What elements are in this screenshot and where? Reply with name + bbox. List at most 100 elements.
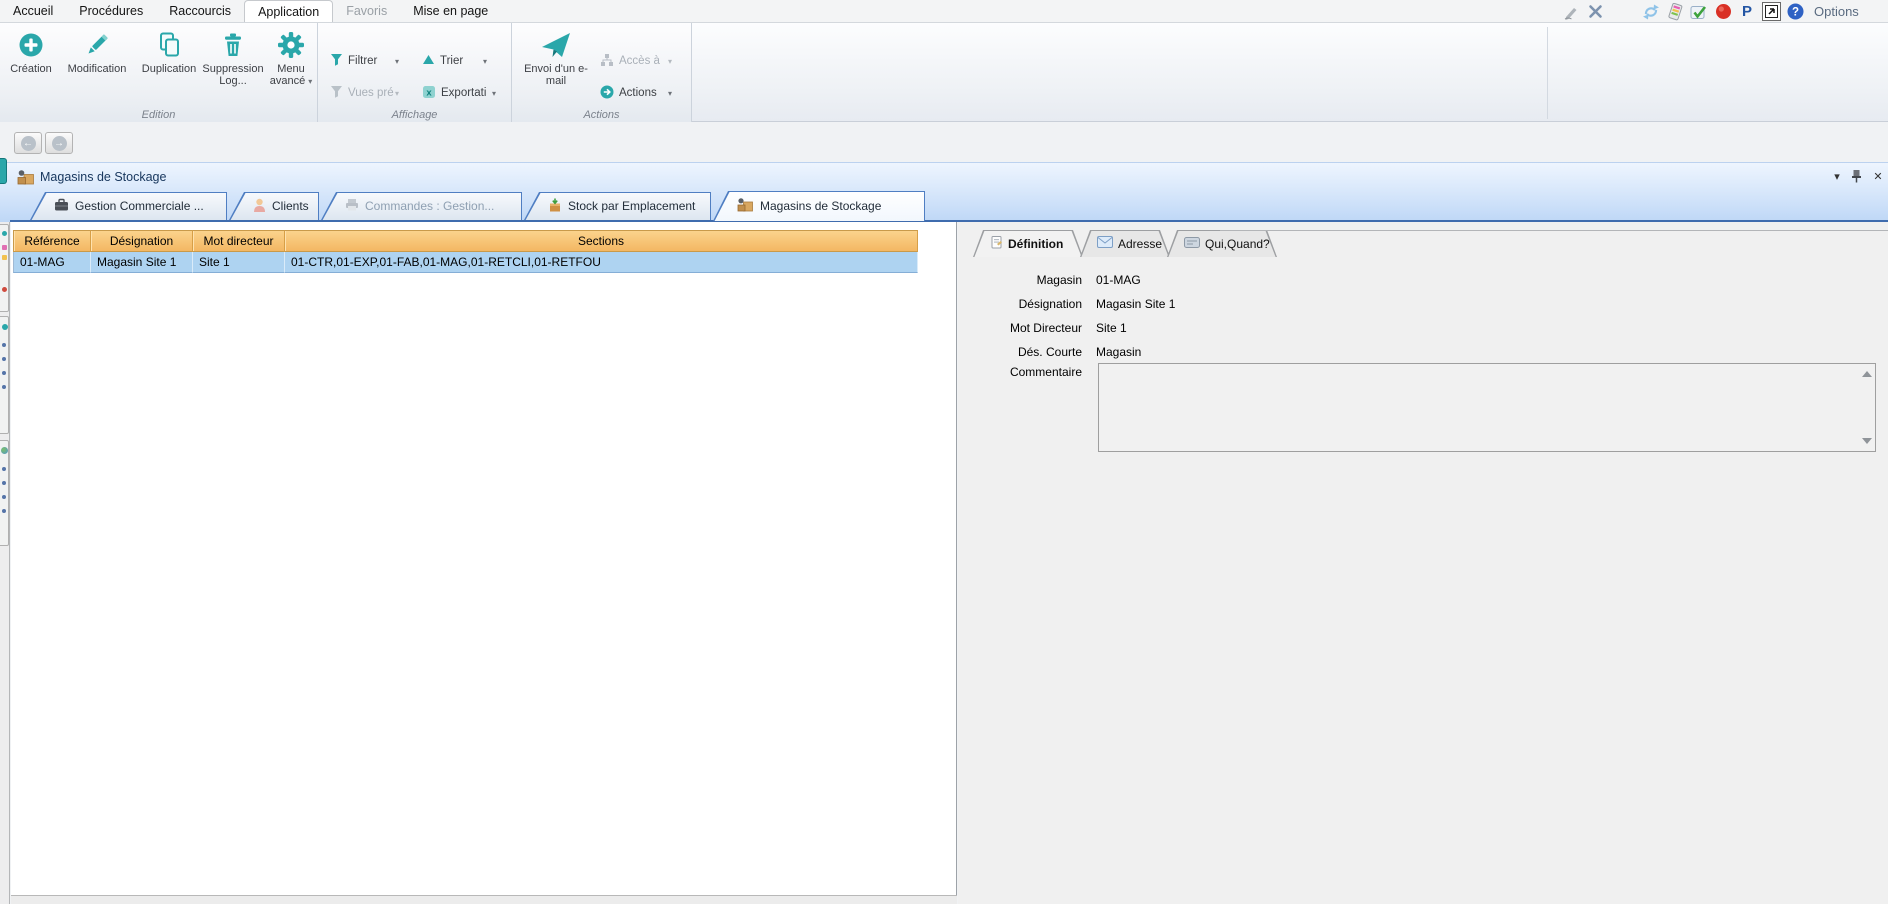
close-icon[interactable]: ✕: [1870, 170, 1886, 183]
forward-button[interactable]: →: [45, 132, 73, 154]
hierarchy-icon: [600, 53, 614, 70]
exportation-button[interactable]: x Exportati ▾: [422, 85, 496, 101]
options-menu[interactable]: Options: [1814, 4, 1859, 19]
pencil-icon: [58, 30, 136, 60]
cancel-cross-icon[interactable]: [1584, 2, 1606, 22]
svg-text:?: ?: [1791, 7, 1798, 19]
open-external-icon[interactable]: [1760, 2, 1782, 22]
menu-mise-en-page[interactable]: Mise en page: [400, 0, 501, 22]
funnel-icon: [330, 53, 343, 69]
tab-baseline: [10, 220, 1888, 222]
group-label-affichage: Affichage: [318, 109, 511, 121]
field-label-des-courte: Dés. Courte: [958, 345, 1082, 359]
menu-favoris: Favoris: [333, 0, 400, 22]
ribbon: Création Modification Duplication Suppre…: [0, 22, 1888, 122]
menu-accueil[interactable]: Accueil: [0, 0, 66, 22]
dropdown-arrow-icon: ▾: [483, 57, 487, 66]
packages-icon: [737, 197, 754, 215]
detail-tab-adresse[interactable]: Adresse: [1080, 230, 1170, 257]
rail-segment[interactable]: [0, 224, 9, 312]
detail-tab-qui-quand[interactable]: Qui,Quand?: [1167, 230, 1277, 257]
help-icon[interactable]: ?: [1784, 2, 1806, 22]
ribbon-group-edition: Création Modification Duplication Suppre…: [0, 23, 318, 122]
rail-segment[interactable]: [0, 316, 9, 434]
column-header-reference[interactable]: Référence: [13, 230, 91, 252]
list-area: Référence Désignation Mot directeur Sect…: [11, 222, 957, 895]
tab-gestion-commerciale[interactable]: Gestion Commerciale ...: [30, 192, 227, 220]
rail-segment[interactable]: [0, 440, 9, 546]
filtrer-button[interactable]: Filtrer ▾: [330, 53, 399, 69]
triangle-up-icon: [422, 53, 435, 69]
field-value-magasin: 01-MAG: [1096, 273, 1141, 287]
trash-icon: [200, 30, 266, 60]
printer-icon: [345, 198, 359, 214]
application-window: Accueil Procédures Raccourcis Applicatio…: [0, 0, 1888, 904]
scroll-down-icon[interactable]: [1862, 438, 1872, 444]
task-check-icon[interactable]: [1688, 2, 1710, 22]
menu-procedures[interactable]: Procédures: [66, 0, 156, 22]
left-rail: [0, 222, 10, 904]
title-chevron-icon[interactable]: ▾: [1829, 170, 1845, 183]
vues-predefinies-button: Vues pré ▾: [330, 85, 399, 101]
document-tab-strip: Gestion Commerciale ... Clients Commande…: [0, 190, 1888, 222]
tab-commandes-gestion[interactable]: Commandes : Gestion...: [321, 192, 522, 220]
dropdown-arrow-icon: ▾: [308, 77, 312, 86]
cell-mot-directeur: Site 1: [193, 252, 285, 273]
trier-button[interactable]: Trier ▾: [422, 53, 487, 69]
ribbon-group-affichage: Filtrer ▾ Trier ▾ Vues pré ▾ x Exportati…: [318, 23, 512, 122]
record-icon[interactable]: [1712, 2, 1734, 22]
menu-raccourcis[interactable]: Raccourcis: [156, 0, 244, 22]
back-arrow-icon: ←: [21, 136, 36, 151]
excel-export-icon: x: [422, 85, 436, 102]
svg-text:x: x: [426, 87, 432, 98]
pin-icon[interactable]: [1848, 169, 1864, 186]
navigation-row: ← →: [0, 123, 1888, 162]
records-table: Référence Désignation Mot directeur Sect…: [13, 230, 918, 273]
dropdown-arrow-icon: ▾: [668, 89, 672, 98]
column-header-mot-directeur[interactable]: Mot directeur: [193, 230, 285, 252]
modification-button[interactable]: Modification: [58, 30, 136, 75]
table-row[interactable]: 01-MAG Magasin Site 1 Site 1 01-CTR,01-E…: [13, 252, 918, 273]
acces-a-button: Accès à ▾: [600, 53, 672, 69]
funnel-icon: [330, 85, 343, 101]
notes-icon[interactable]: [1664, 2, 1686, 22]
detail-panel: Définition Adresse Qui,Quand? Magasin 01…: [958, 222, 1888, 904]
plus-circle-icon: [4, 30, 58, 60]
field-label-commentaire: Commentaire: [958, 365, 1082, 379]
forward-arrow-icon: →: [52, 136, 67, 151]
letter-p-icon[interactable]: P: [1736, 2, 1758, 22]
menu-avance-button[interactable]: Menu avancé ▾: [266, 30, 316, 88]
person-icon: [253, 198, 266, 215]
tab-stock-par-emplacement[interactable]: Stock par Emplacement: [524, 192, 711, 220]
scroll-up-icon[interactable]: [1862, 371, 1872, 377]
page-title: Magasins de Stockage: [40, 170, 166, 184]
collapsed-panel-tab[interactable]: [0, 158, 7, 184]
table-header-row: Référence Désignation Mot directeur Sect…: [13, 230, 918, 252]
gear-icon: [266, 30, 316, 60]
dropdown-arrow-icon: ▾: [492, 89, 496, 98]
commentaire-textarea[interactable]: [1098, 363, 1876, 452]
duplication-button[interactable]: Duplication: [138, 30, 200, 75]
paper-plane-icon: [520, 30, 592, 60]
actions-button[interactable]: Actions ▾: [600, 85, 672, 101]
column-header-sections[interactable]: Sections: [285, 230, 918, 252]
refresh-icon[interactable]: [1640, 2, 1662, 22]
envoi-email-button[interactable]: Envoi d'un e-mail: [520, 30, 592, 87]
ribbon-separator: [1547, 27, 1548, 119]
menu-application[interactable]: Application: [244, 0, 333, 22]
tab-magasins-de-stockage[interactable]: Magasins de Stockage: [713, 191, 925, 221]
detail-tab-definition[interactable]: Définition: [973, 230, 1083, 257]
field-label-designation: Désignation: [958, 297, 1082, 311]
back-button[interactable]: ←: [14, 132, 42, 154]
definition-sheet-icon: [990, 235, 1003, 252]
copy-icon: [138, 30, 200, 60]
tab-clients[interactable]: Clients: [229, 192, 319, 220]
field-label-magasin: Magasin: [958, 273, 1082, 287]
dropdown-arrow-icon: ▾: [395, 89, 399, 98]
edit-validate-icon[interactable]: [1560, 2, 1582, 22]
dropdown-arrow-icon: ▾: [668, 57, 672, 66]
suppression-button[interactable]: Suppression Log...: [200, 30, 266, 87]
cell-reference: 01-MAG: [13, 252, 91, 273]
column-header-designation[interactable]: Désignation: [91, 230, 193, 252]
creation-button[interactable]: Création: [4, 30, 58, 75]
